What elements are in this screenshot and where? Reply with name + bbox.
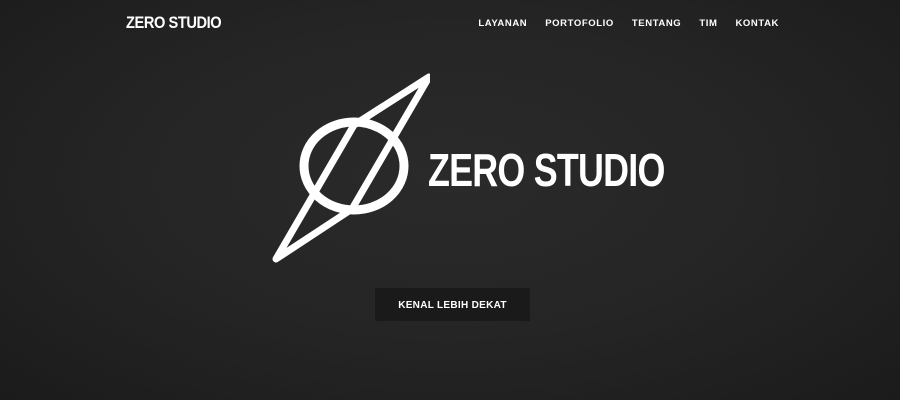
nav-item-portofolio[interactable]: PORTOFOLIO [545, 18, 614, 29]
hero-logo: ZERO STUDIO [270, 70, 665, 270]
hero-wordmark: ZERO STUDIO [428, 144, 665, 196]
nav-item-tim[interactable]: TIM [699, 18, 717, 29]
zero-slash-icon [272, 73, 430, 263]
landing-page: ZERO STUDIO LAYANAN PORTOFOLIO TENTANG T… [0, 0, 900, 400]
learn-more-button[interactable]: KENAL LEBIH DEKAT [375, 288, 530, 321]
top-navbar: ZERO STUDIO LAYANAN PORTOFOLIO TENTANG T… [0, 0, 900, 48]
nav-item-tentang[interactable]: TENTANG [632, 18, 681, 29]
brand-logo[interactable]: ZERO STUDIO [126, 13, 222, 33]
nav-item-layanan[interactable]: LAYANAN [478, 18, 527, 29]
main-nav: LAYANAN PORTOFOLIO TENTANG TIM KONTAK [478, 18, 779, 29]
nav-item-kontak[interactable]: KONTAK [735, 18, 779, 29]
